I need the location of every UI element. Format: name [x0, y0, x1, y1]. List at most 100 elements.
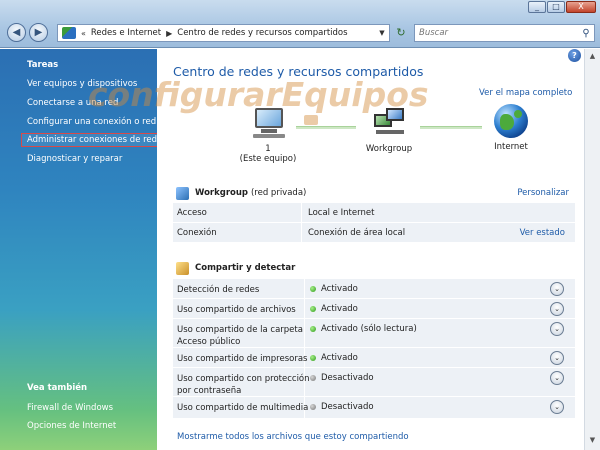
connection-key: Conexión — [177, 228, 217, 238]
breadcrumb-overflow-icon[interactable]: « — [81, 29, 86, 38]
computer-label: (Este equipo) — [239, 154, 297, 164]
expand-button[interactable]: ⌄ — [550, 322, 564, 336]
sidebar-link-manage-connections[interactable]: Administrar conexiones de red — [21, 133, 164, 147]
workgroup-node[interactable]: Workgroup — [358, 108, 420, 154]
sharing-row-label-line2: Acceso público — [177, 337, 241, 347]
status-dot-icon — [310, 306, 316, 312]
forward-button[interactable]: ▶ — [29, 23, 48, 42]
network-section-header: Workgroup (red privada) Personalizar — [173, 183, 575, 205]
sharing-row-status: Activado — [321, 353, 358, 363]
expand-button[interactable]: ⌄ — [550, 282, 564, 296]
network-icon — [176, 187, 189, 200]
connection-line — [296, 126, 356, 129]
close-button[interactable]: X — [566, 1, 596, 13]
scroll-up-icon[interactable]: ▲ — [585, 49, 600, 63]
sharing-row-status: Activado — [321, 284, 358, 294]
tasks-heading: Tareas — [27, 60, 59, 70]
vertical-scrollbar[interactable]: ▲ ▼ — [584, 49, 600, 450]
internet-label: Internet — [494, 142, 528, 152]
network-row-access: Acceso Local e Internet — [173, 203, 575, 223]
expand-button[interactable]: ⌄ — [550, 302, 564, 316]
sharing-section-header: Compartir y detectar — [173, 258, 575, 280]
sidebar-link-internet-options[interactable]: Opciones de Internet — [27, 421, 116, 431]
breadcrumb-centro-redes[interactable]: Centro de redes y recursos compartidos — [177, 28, 347, 38]
sharing-row-label: Uso compartido de la carpeta — [177, 325, 303, 335]
minimize-button[interactable]: _ — [528, 1, 546, 13]
sharing-row-label-line2: por contraseña — [177, 386, 242, 396]
sidebar-link-view-computers[interactable]: Ver equipos y dispositivos — [27, 79, 137, 89]
chevron-down-icon: ⌄ — [554, 374, 560, 382]
show-shared-files-link[interactable]: Mostrarme todos los archivos que estoy c… — [177, 432, 409, 442]
search-box[interactable]: ⚲ — [414, 24, 595, 42]
status-dot-icon — [310, 286, 316, 292]
this-computer-node[interactable]: 1 (Este equipo) — [238, 108, 298, 164]
expand-button[interactable]: ⌄ — [550, 400, 564, 414]
sharing-row-password: Uso compartido con protección por contra… — [173, 368, 575, 397]
search-icon[interactable]: ⚲ — [578, 28, 594, 39]
refresh-icon: ↻ — [396, 26, 406, 39]
sidebar: Tareas Ver equipos y dispositivos Conect… — [0, 49, 164, 450]
breadcrumb-redes-internet[interactable]: Redes e Internet — [91, 28, 161, 38]
access-key: Acceso — [177, 208, 207, 218]
sharing-row-network-discovery: Detección de redes Activado ⌄ — [173, 279, 575, 299]
chevron-down-icon: ⌄ — [554, 305, 560, 313]
computer-number: 1 — [265, 144, 271, 154]
sidebar-link-connect-network[interactable]: Conectarse a una red — [27, 98, 118, 108]
expand-button[interactable]: ⌄ — [550, 371, 564, 385]
view-status-link[interactable]: Ver estado — [520, 228, 565, 238]
address-bar[interactable]: « Redes e Internet ▶ Centro de redes y r… — [57, 24, 390, 42]
sharing-row-status: Activado (sólo lectura) — [321, 324, 417, 334]
sharing-row-media: Uso compartido de multimedia Desactivado… — [173, 397, 575, 419]
sharing-row-label: Uso compartido de multimedia — [177, 403, 309, 413]
sidebar-link-setup-connection[interactable]: Configurar una conexión o red — [27, 117, 156, 127]
chevron-down-icon: ⌄ — [554, 354, 560, 362]
sharing-row-label: Uso compartido con protección — [177, 374, 310, 384]
chevron-down-icon: ⌄ — [554, 403, 560, 411]
search-input[interactable] — [415, 26, 578, 40]
sharing-row-printer: Uso compartido de impresoras Activado ⌄ — [173, 348, 575, 368]
computer-icon — [251, 108, 285, 138]
globe-icon — [494, 104, 528, 138]
maximize-button[interactable]: □ — [547, 1, 565, 13]
network-type: (red privada) — [250, 188, 307, 198]
internet-node[interactable]: Internet — [482, 104, 540, 152]
workgroup-label: Workgroup — [365, 144, 413, 154]
network-folder-icon — [62, 27, 76, 39]
sharing-row-label: Uso compartido de impresoras — [177, 354, 308, 364]
expand-button[interactable]: ⌄ — [550, 351, 564, 365]
window-controls: _ □ X — [528, 1, 596, 13]
address-dropdown-icon[interactable]: ▼ — [375, 29, 389, 37]
status-dot-icon — [310, 404, 316, 410]
breadcrumb-separator-icon[interactable]: ▶ — [166, 29, 172, 38]
sharing-row-status: Desactivado — [321, 373, 374, 383]
status-dot-icon — [310, 326, 316, 332]
view-full-map-link[interactable]: Ver el mapa completo — [479, 88, 572, 98]
connection-value: Conexión de área local — [308, 228, 406, 238]
sharing-row-file-sharing: Uso compartido de archivos Activado ⌄ — [173, 299, 575, 319]
back-icon: ◀ — [12, 27, 21, 38]
sharing-row-label: Detección de redes — [177, 285, 260, 295]
sharing-row-status: Activado — [321, 304, 358, 314]
help-icon[interactable]: ? — [568, 49, 581, 62]
chevron-down-icon: ⌄ — [554, 325, 560, 333]
sidebar-link-diagnose-repair[interactable]: Diagnosticar y reparar — [27, 154, 122, 164]
chevron-down-icon: ⌄ — [554, 285, 560, 293]
network-name: Workgroup — [195, 188, 249, 198]
back-button[interactable]: ◀ — [7, 23, 26, 42]
refresh-button[interactable]: ↻ — [393, 25, 409, 41]
workgroup-icon — [372, 108, 406, 138]
sharing-title: Compartir y detectar — [195, 263, 296, 273]
sharing-row-public-folder: Uso compartido de la carpeta Acceso públ… — [173, 319, 575, 348]
customize-link[interactable]: Personalizar — [517, 188, 569, 198]
sidebar-link-firewall[interactable]: Firewall de Windows — [27, 403, 113, 413]
status-dot-icon — [310, 375, 316, 381]
sharing-row-label: Uso compartido de archivos — [177, 305, 296, 315]
forward-icon: ▶ — [34, 27, 43, 38]
page-title: Centro de redes y recursos compartidos — [173, 64, 424, 79]
access-value: Local e Internet — [308, 208, 375, 218]
status-dot-icon — [310, 355, 316, 361]
network-row-connection: Conexión Conexión de área local Ver esta… — [173, 223, 575, 243]
see-also-heading: Vea también — [27, 383, 88, 393]
scroll-down-icon[interactable]: ▼ — [585, 433, 600, 447]
sharing-icon — [176, 262, 189, 275]
